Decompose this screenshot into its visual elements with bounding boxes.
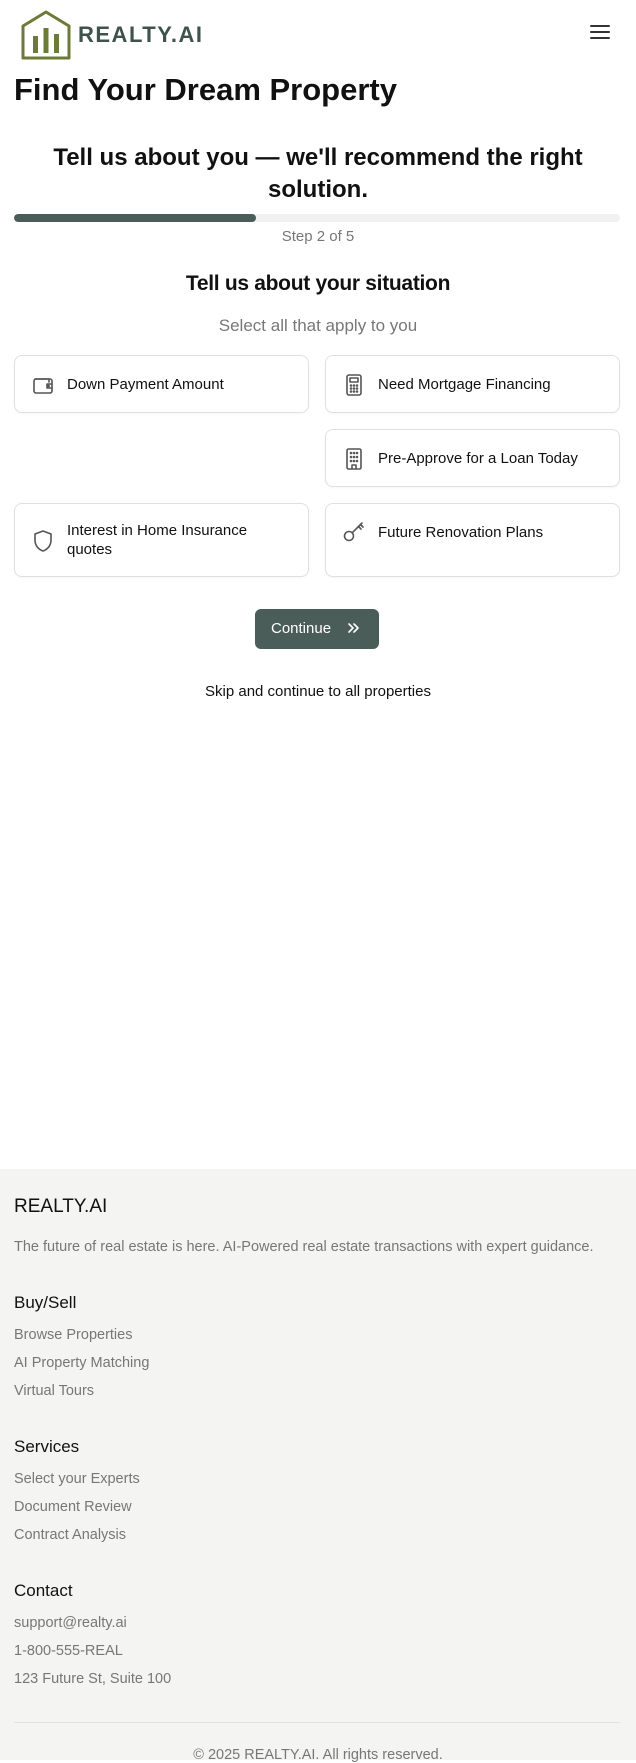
footer-contact-address: 123 Future St, Suite 100: [14, 1671, 172, 1687]
option-renovation-plans[interactable]: Future Renovation Plans: [325, 503, 620, 577]
footer-contact-email[interactable]: support@realty.ai: [14, 1615, 127, 1631]
footer-link-select-experts[interactable]: Select your Experts: [14, 1471, 140, 1487]
hamburger-menu-icon[interactable]: [588, 22, 612, 42]
option-pre-approve[interactable]: Pre-Approve for a Loan Today: [325, 429, 620, 487]
footer-link-document-review[interactable]: Document Review: [14, 1499, 132, 1515]
footer-tagline: The future of real estate is here. AI-Po…: [14, 1239, 594, 1255]
step-indicator: Step 2 of 5: [281, 228, 355, 245]
option-label: Interest in Home Insurance quotes: [67, 522, 248, 558]
page-subtitle: Tell us about you — we'll recommend the …: [53, 144, 583, 203]
key-icon: [343, 522, 364, 542]
wallet-icon: [33, 378, 53, 394]
option-home-insurance[interactable]: Interest in Home Insurance quotes: [14, 503, 309, 577]
footer-link-ai-property-matching[interactable]: AI Property Matching: [14, 1355, 149, 1371]
option-mortgage-financing[interactable]: Need Mortgage Financing: [325, 355, 620, 413]
footer-heading-buy-sell: Buy/Sell: [14, 1293, 77, 1312]
building-icon: [346, 448, 362, 470]
footer-heading-contact: Contact: [14, 1581, 73, 1600]
brand-name[interactable]: REALTY.AI: [78, 22, 204, 48]
footer-link-contract-analysis[interactable]: Contract Analysis: [14, 1527, 126, 1543]
calculator-icon: [346, 374, 362, 396]
section-subtitle: Select all that apply to you: [218, 316, 418, 335]
footer-contact-phone[interactable]: 1-800-555-REAL: [14, 1643, 123, 1659]
option-label: Pre-Approve for a Loan Today: [378, 450, 578, 467]
footer-copyright: © 2025 REALTY.AI. All rights reserved.: [193, 1747, 443, 1763]
site-footer: REALTY.AI The future of real estate is h…: [0, 1169, 636, 1763]
footer-heading-services: Services: [14, 1437, 80, 1456]
option-label: Future Renovation Plans: [378, 524, 544, 541]
shield-icon: [34, 530, 52, 552]
option-label: Need Mortgage Financing: [378, 376, 551, 393]
footer-link-virtual-tours[interactable]: Virtual Tours: [14, 1383, 94, 1399]
continue-label: Continue: [271, 620, 332, 637]
footer-brand: REALTY.AI: [14, 1196, 108, 1217]
continue-button[interactable]: Continue: [255, 609, 379, 649]
option-down-payment[interactable]: Down Payment Amount: [14, 355, 309, 413]
skip-link[interactable]: Skip and continue to all properties: [14, 683, 622, 700]
section-title: Tell us about your situation: [185, 272, 451, 295]
footer-divider: [14, 1722, 620, 1723]
progress-bar: [14, 214, 620, 222]
progress-fill: [14, 214, 257, 222]
option-label: Down Payment Amount: [67, 376, 224, 393]
footer-link-browse-properties[interactable]: Browse Properties: [14, 1327, 132, 1343]
house-logo-icon[interactable]: [20, 10, 72, 60]
site-header: REALTY.AI: [0, 0, 636, 70]
chevrons-right-icon: [348, 623, 359, 633]
page-title: Find Your Dream Property: [14, 72, 397, 107]
